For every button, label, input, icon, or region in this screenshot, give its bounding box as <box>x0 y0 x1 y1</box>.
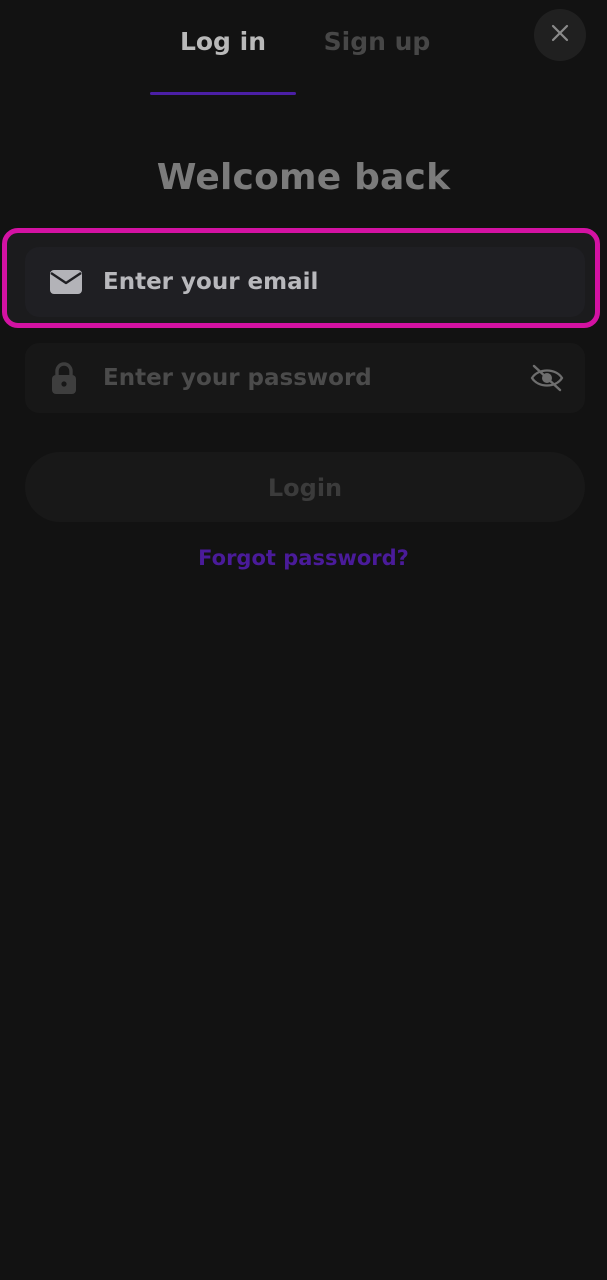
lock-icon <box>49 361 79 395</box>
active-tab-indicator <box>150 92 296 95</box>
tab-login[interactable]: Log in <box>150 22 296 94</box>
close-button[interactable] <box>534 9 586 61</box>
email-field[interactable] <box>25 247 585 317</box>
page-title: Welcome back <box>156 157 451 198</box>
tab-signup[interactable]: Sign up <box>304 22 450 94</box>
password-field[interactable] <box>25 343 585 413</box>
eye-off-icon[interactable] <box>529 360 565 396</box>
forgot-password-link[interactable]: Forgot password? <box>0 540 607 576</box>
login-button[interactable]: Login <box>25 452 585 522</box>
email-input[interactable] <box>103 247 525 317</box>
mail-icon <box>49 268 83 296</box>
auth-tabs: Log in Sign up <box>0 0 607 95</box>
close-icon <box>550 23 570 47</box>
password-input[interactable] <box>103 343 525 413</box>
